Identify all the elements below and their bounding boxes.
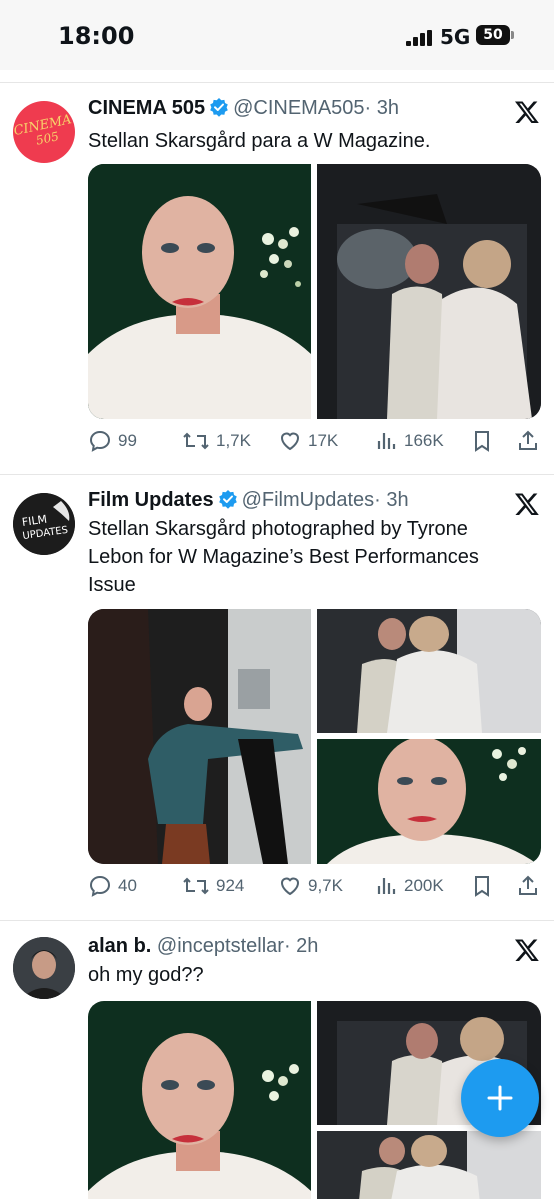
avatar[interactable]	[13, 937, 75, 999]
handle[interactable]: @FilmUpdates	[242, 489, 375, 511]
like-button[interactable]: 17K	[278, 429, 338, 453]
views-button[interactable]: 200K	[376, 874, 444, 898]
photo-mirror-small[interactable]	[317, 1131, 541, 1199]
bookmark-icon	[475, 876, 489, 897]
status-bar: 18:00 5G 50	[0, 0, 554, 70]
photo-portrait-small[interactable]	[317, 739, 541, 864]
signal-icon	[406, 30, 432, 46]
retweet-count: 1,7K	[216, 431, 251, 450]
verified-badge-icon	[218, 490, 237, 509]
views-button[interactable]: 166K	[376, 429, 444, 453]
views-count: 200K	[404, 876, 444, 895]
cinema505-logo: CINEMA 505	[13, 112, 73, 147]
photo-mirror-small[interactable]	[317, 609, 541, 733]
views-icon	[377, 433, 396, 449]
handle[interactable]: @CINEMA505	[233, 97, 364, 119]
share-button[interactable]	[516, 429, 546, 453]
tweet[interactable]: FILM UPDATES Film Updates @FilmUpdates· 3…	[0, 475, 554, 920]
tweet-text: Stellan Skarsgård photographed by Tyrone…	[88, 518, 479, 596]
retweet-button[interactable]: 924	[182, 874, 244, 898]
views-icon	[377, 878, 396, 894]
tweet[interactable]: alan b. @inceptstellar· 2h oh my god??	[0, 921, 554, 1199]
share-button[interactable]	[516, 874, 546, 898]
tweet-media[interactable]	[88, 164, 541, 419]
bookmark-icon	[475, 431, 489, 452]
reply-icon	[89, 430, 111, 452]
retweet-count: 924	[216, 876, 245, 895]
display-name[interactable]: alan b.	[88, 935, 151, 957]
handle[interactable]: @inceptstellar	[157, 935, 284, 957]
photo-portrait[interactable]	[88, 1001, 311, 1199]
bookmark-button[interactable]	[471, 874, 499, 898]
photo-mirror[interactable]	[317, 164, 541, 419]
compose-plus-icon	[487, 1085, 513, 1111]
like-button[interactable]: 9,7K	[278, 874, 343, 898]
avatar-photo	[13, 937, 75, 999]
retweet-icon	[183, 432, 209, 450]
timestamp: · 3h	[364, 97, 400, 119]
reply-count: 99	[118, 431, 137, 450]
x-logo-icon	[514, 493, 539, 516]
views-count: 166K	[404, 431, 444, 450]
avatar[interactable]: CINEMA 505	[13, 101, 75, 163]
tweet-header: Film Updates @FilmUpdates· 3h	[88, 489, 409, 512]
like-count: 9,7K	[308, 876, 343, 895]
battery-indicator: 50	[476, 25, 510, 45]
tweet-actions: 40 924 9,7K 200K	[88, 874, 541, 904]
reply-button[interactable]: 99	[88, 429, 137, 453]
compose-button[interactable]	[461, 1059, 539, 1137]
timestamp: · 3h	[374, 489, 409, 511]
tweet-media[interactable]	[88, 609, 541, 864]
timestamp: · 2h	[283, 935, 319, 957]
like-icon	[280, 877, 300, 896]
verified-badge-icon	[210, 98, 228, 117]
filmupdates-logo: FILM UPDATES	[13, 493, 75, 555]
x-logo-icon	[514, 101, 539, 124]
tweet[interactable]: CINEMA 505 CINEMA 505 @CINEMA505· 3h Stel…	[0, 83, 554, 473]
like-icon	[280, 432, 300, 451]
reply-button[interactable]: 40	[88, 874, 137, 898]
like-count: 17K	[308, 431, 339, 450]
avatar[interactable]: FILM UPDATES	[13, 493, 75, 555]
share-icon	[519, 430, 537, 450]
photo-standing[interactable]	[88, 609, 311, 864]
bookmark-button[interactable]	[471, 429, 499, 453]
retweet-button[interactable]: 1,7K	[182, 429, 251, 453]
photo-portrait[interactable]	[88, 164, 311, 419]
reply-count: 40	[118, 876, 137, 895]
battery-cap	[511, 31, 514, 39]
x-logo-icon	[514, 939, 539, 962]
display-name[interactable]: CINEMA 505	[88, 97, 205, 119]
display-name[interactable]: Film Updates	[88, 489, 214, 511]
share-icon	[519, 875, 537, 895]
network-type: 5G	[440, 25, 471, 49]
status-time: 18:00	[58, 22, 135, 50]
tweet-actions: 99 1,7K 17K 166K	[88, 429, 541, 459]
retweet-icon	[183, 877, 209, 895]
tweet-text: Stellan Skarsgård para a W Magazine.	[88, 130, 431, 152]
reply-icon	[89, 875, 111, 897]
tweet-header: CINEMA 505 @CINEMA505· 3h	[88, 97, 399, 120]
tweet-text: oh my god??	[88, 964, 204, 986]
tweet-header: alan b. @inceptstellar· 2h	[88, 935, 318, 958]
